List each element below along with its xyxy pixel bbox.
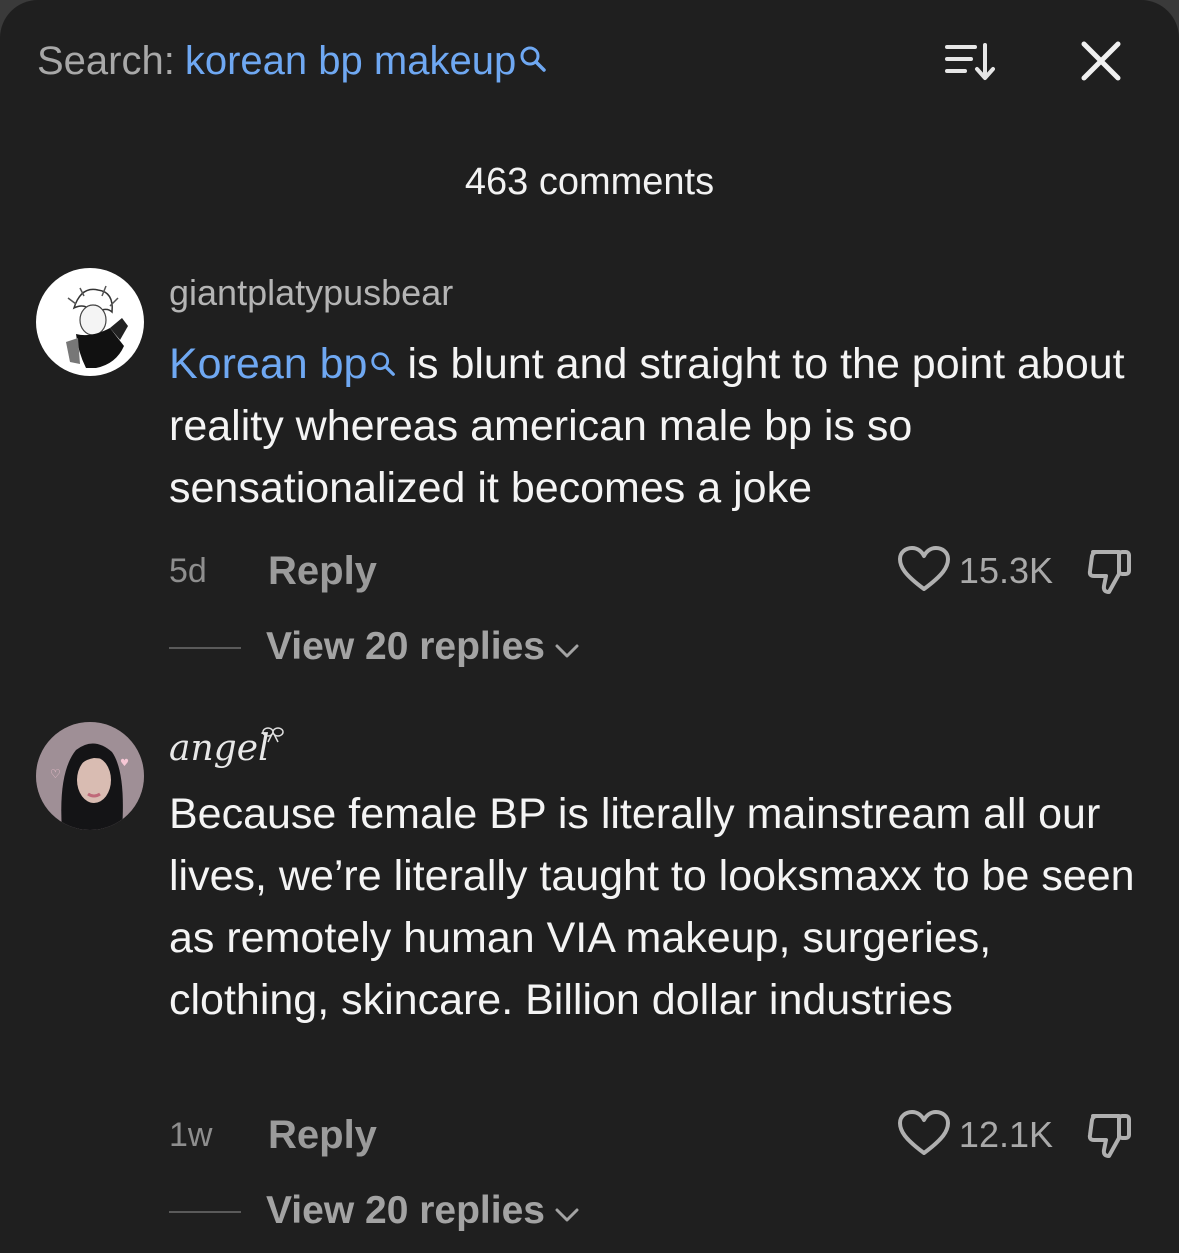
replies-divider <box>169 1211 241 1213</box>
search-query-link[interactable]: korean bp makeup <box>185 39 516 83</box>
reply-button[interactable]: Reply <box>268 546 377 596</box>
comment-text: Because female BP is literally mainstrea… <box>169 790 1135 1024</box>
view-replies-button[interactable]: View 20 replies <box>266 1186 579 1236</box>
avatar[interactable]: ♡ ♥ <box>36 722 144 830</box>
comment-username[interactable]: angel <box>169 726 270 772</box>
comment-actions: 5d Reply 15.3K <box>169 545 1149 598</box>
heart-icon <box>897 545 951 598</box>
comment-actions: 1w Reply 12.1K <box>169 1109 1149 1162</box>
view-replies-row: View 20 replies <box>169 1186 769 1236</box>
chevron-down-icon <box>555 622 579 672</box>
comment-timestamp: 1w <box>169 1116 213 1154</box>
chevron-down-icon <box>555 1186 579 1236</box>
avatar[interactable] <box>36 268 144 376</box>
comment-keyword-link[interactable]: Korean bp <box>169 340 367 388</box>
replies-divider <box>169 647 241 649</box>
svg-text:♡: ♡ <box>50 767 61 781</box>
comment-timestamp: 5d <box>169 552 207 590</box>
heart-icon <box>897 1109 951 1162</box>
ribbon-icon <box>262 725 284 748</box>
like-button[interactable]: 15.3K <box>897 545 1053 598</box>
dislike-button[interactable] <box>1083 1112 1137 1162</box>
like-button[interactable]: 12.1K <box>897 1109 1053 1162</box>
sort-button[interactable] <box>938 38 998 88</box>
thumbs-down-icon <box>1085 1110 1135 1165</box>
comment-text: Korean bp is blunt and straight to the po… <box>169 333 1139 519</box>
search-icon <box>518 36 548 86</box>
view-replies-label: View 20 replies <box>266 1189 545 1232</box>
comments-header: Search: korean bp makeup <box>0 0 1179 120</box>
search-prefix-label: Search: <box>37 39 175 83</box>
sort-descending-icon <box>941 39 995 88</box>
dislike-button[interactable] <box>1083 548 1137 598</box>
view-replies-label: View 20 replies <box>266 625 545 668</box>
close-button[interactable] <box>1072 36 1130 90</box>
comment-count: 463 comments <box>464 161 715 203</box>
thumbs-down-icon <box>1085 546 1135 601</box>
view-replies-row: View 20 replies <box>169 622 769 672</box>
view-replies-button[interactable]: View 20 replies <box>266 622 579 672</box>
search-icon <box>369 333 397 395</box>
reply-button[interactable]: Reply <box>268 1110 377 1160</box>
svg-text:♥: ♥ <box>120 758 129 769</box>
like-count: 12.1K <box>958 1114 1053 1155</box>
close-icon <box>1079 39 1123 88</box>
comments-sheet: Search: korean bp makeup 463 comments gi… <box>0 0 1179 1253</box>
like-count: 15.3K <box>958 550 1053 591</box>
search-bar[interactable]: Search: korean bp makeup <box>37 36 548 86</box>
comment-username[interactable]: giantplatypusbear <box>169 270 453 316</box>
